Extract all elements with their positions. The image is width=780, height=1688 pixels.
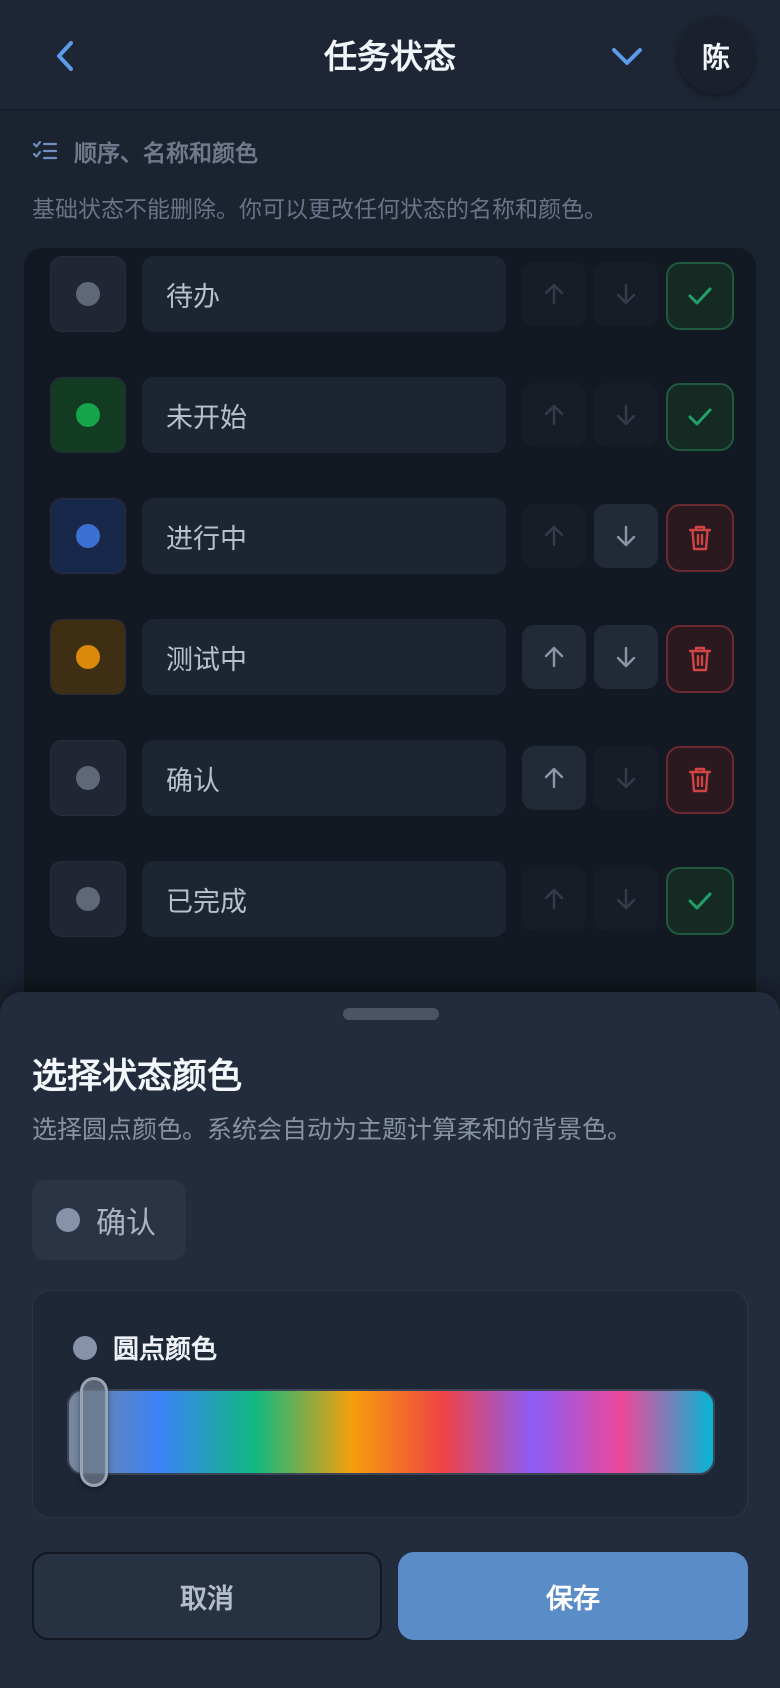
delete-status-button[interactable] <box>666 625 734 693</box>
section-description: 基础状态不能删除。你可以更改任何状态的名称和颜色。 <box>32 197 607 223</box>
base-status-check-button[interactable] <box>666 383 734 451</box>
arrow-up-icon <box>544 646 564 668</box>
move-up-button[interactable] <box>522 625 586 689</box>
move-down-button[interactable] <box>594 746 658 810</box>
move-down-button[interactable] <box>594 504 658 568</box>
status-name-field[interactable]: 未开始 <box>142 377 506 453</box>
avatar[interactable]: 陈 <box>678 18 754 94</box>
status-dot <box>76 887 100 911</box>
status-dot <box>76 524 100 548</box>
status-name-field[interactable]: 已完成 <box>142 861 506 937</box>
list-order-icon <box>32 140 58 160</box>
section-heading: 顺序、名称和颜色 <box>32 134 258 168</box>
status-row: 测试中 <box>50 617 734 697</box>
chevron-down-icon <box>612 48 642 65</box>
move-down-button[interactable] <box>594 262 658 326</box>
status-color-swatch[interactable] <box>50 740 126 816</box>
trash-icon <box>688 525 712 551</box>
status-color-swatch[interactable] <box>50 377 126 453</box>
dot-color-picker: 圆点颜色 <box>32 1290 748 1518</box>
cancel-button[interactable]: 取消 <box>32 1552 382 1640</box>
status-list: 待办未开始进行中测试中确认已完成 <box>24 248 756 1008</box>
arrow-down-icon <box>616 888 636 910</box>
arrow-down-icon <box>616 525 636 547</box>
section-title: 顺序、名称和颜色 <box>74 141 258 167</box>
move-down-button[interactable] <box>594 383 658 447</box>
delete-status-button[interactable] <box>666 504 734 572</box>
status-color-swatch[interactable] <box>50 256 126 332</box>
color-picker-sheet: 选择状态颜色 选择圆点颜色。系统会自动为主题计算柔和的背景色。 确认 圆点颜色 … <box>0 992 780 1688</box>
arrow-up-icon <box>544 283 564 305</box>
picker-label: 圆点颜色 <box>73 1329 217 1366</box>
delete-status-button[interactable] <box>666 746 734 814</box>
status-name-field[interactable]: 测试中 <box>142 619 506 695</box>
move-down-button[interactable] <box>594 867 658 931</box>
status-color-swatch[interactable] <box>50 619 126 695</box>
save-button[interactable]: 保存 <box>398 1552 748 1640</box>
dropdown-button[interactable] <box>605 34 649 78</box>
status-row: 待办 <box>50 254 734 334</box>
picker-label-text: 圆点颜色 <box>113 1335 218 1365</box>
arrow-down-icon <box>616 767 636 789</box>
base-status-check-button[interactable] <box>666 262 734 330</box>
top-app-bar: 任务状态 陈 <box>0 0 780 110</box>
hue-slider-track[interactable] <box>67 1389 715 1475</box>
arrow-down-icon <box>616 404 636 426</box>
arrow-up-icon <box>544 888 564 910</box>
check-icon <box>688 287 712 305</box>
status-preview-chip: 确认 <box>32 1180 186 1260</box>
arrow-down-icon <box>616 283 636 305</box>
arrow-up-icon <box>544 767 564 789</box>
arrow-down-icon <box>616 646 636 668</box>
sheet-drag-handle[interactable] <box>343 1008 439 1020</box>
preview-label: 确认 <box>96 1206 156 1241</box>
move-down-button[interactable] <box>594 625 658 689</box>
move-up-button[interactable] <box>522 504 586 568</box>
page-title: 任务状态 <box>324 37 456 76</box>
move-up-button[interactable] <box>522 746 586 810</box>
trash-icon <box>688 646 712 672</box>
status-name-field[interactable]: 进行中 <box>142 498 506 574</box>
sheet-title: 选择状态颜色 <box>32 1057 243 1097</box>
status-row: 已完成 <box>50 859 734 939</box>
status-dot <box>76 766 100 790</box>
status-color-swatch[interactable] <box>50 861 126 937</box>
trash-icon <box>688 767 712 793</box>
sheet-description: 选择圆点颜色。系统会自动为主题计算柔和的背景色。 <box>32 1115 633 1144</box>
move-up-button[interactable] <box>522 262 586 326</box>
move-up-button[interactable] <box>522 383 586 447</box>
status-color-swatch[interactable] <box>50 498 126 574</box>
move-up-button[interactable] <box>522 867 586 931</box>
check-icon <box>688 892 712 910</box>
picker-dot <box>73 1335 97 1360</box>
status-row: 未开始 <box>50 375 734 455</box>
arrow-up-icon <box>544 404 564 426</box>
status-name-field[interactable]: 确认 <box>142 740 506 816</box>
status-dot <box>76 645 100 669</box>
check-icon <box>688 408 712 426</box>
hue-slider-thumb[interactable] <box>80 1377 108 1487</box>
status-row: 确认 <box>50 738 734 818</box>
status-dot <box>76 282 100 306</box>
status-dot <box>76 403 100 427</box>
preview-dot <box>56 1208 80 1232</box>
status-name-field[interactable]: 待办 <box>142 256 506 332</box>
arrow-up-icon <box>544 525 564 547</box>
status-row: 进行中 <box>50 496 734 576</box>
base-status-check-button[interactable] <box>666 867 734 935</box>
